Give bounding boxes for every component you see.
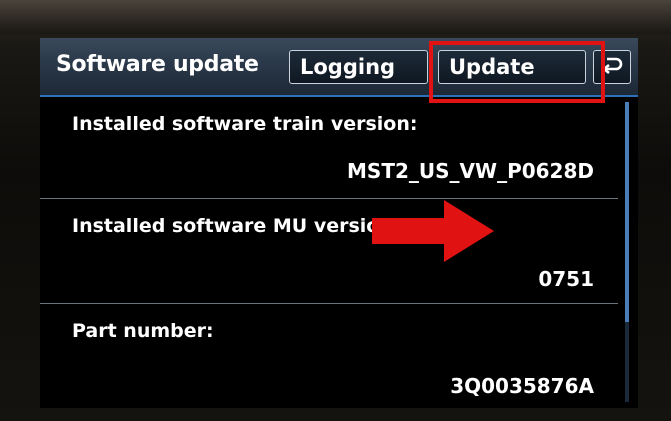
scrollbar[interactable] — [625, 102, 629, 402]
mu-version-row: Installed software MU version: 0751 — [40, 199, 618, 304]
train-version-label: Installed software train version: — [72, 113, 418, 135]
part-number-value: 3Q0035876A — [450, 374, 594, 398]
train-version-value: MST2_US_VW_P0628D — [347, 159, 594, 183]
mu-version-value: 0751 — [538, 267, 594, 291]
update-button-label: Update — [449, 55, 535, 79]
logging-button-label: Logging — [300, 55, 396, 79]
back-arrow-icon — [601, 55, 623, 80]
page-title: Software update — [56, 52, 259, 77]
update-button[interactable]: Update — [438, 50, 586, 84]
red-arrow-icon — [372, 200, 494, 262]
part-number-label: Part number: — [72, 320, 214, 342]
bezel-top-edge — [0, 0, 671, 34]
train-version-row: Installed software train version: MST2_U… — [40, 97, 618, 199]
part-number-row: Part number: 3Q0035876A — [40, 304, 618, 408]
back-button[interactable] — [593, 50, 631, 84]
header-bar: Software update Logging Update — [40, 38, 638, 103]
mu-version-label: Installed software MU version: — [72, 215, 401, 237]
infotainment-screen: Software update Logging Update Installed… — [40, 38, 638, 408]
logging-button[interactable]: Logging — [289, 50, 428, 84]
scrollbar-thumb[interactable] — [625, 102, 629, 322]
